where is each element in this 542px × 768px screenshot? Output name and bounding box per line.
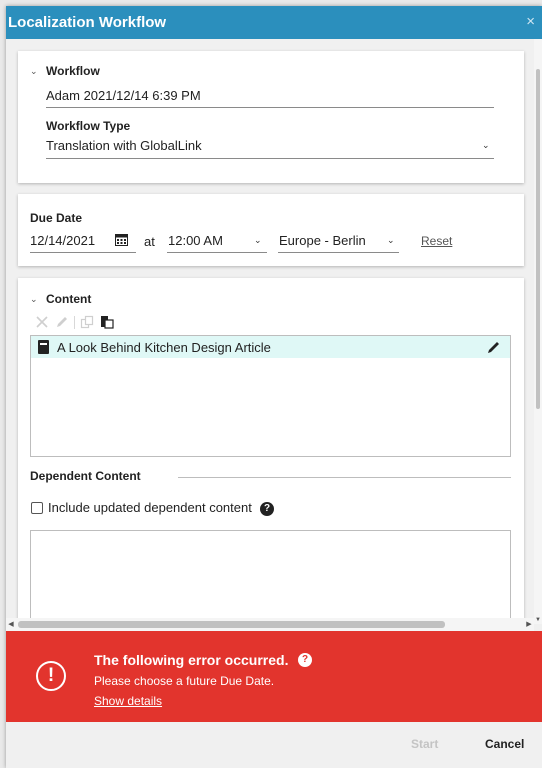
scroll-left-arrow-icon[interactable]: ◀ xyxy=(6,618,16,631)
at-label: at xyxy=(144,234,155,249)
dependent-content-list xyxy=(30,530,511,618)
toolbar-divider xyxy=(74,316,75,329)
close-icon[interactable]: × xyxy=(526,13,535,30)
workflow-type-label: Workflow Type xyxy=(46,119,131,133)
content-item-label: A Look Behind Kitchen Design Article xyxy=(57,340,271,355)
vertical-scroll-thumb[interactable] xyxy=(536,69,540,409)
error-message: Please choose a future Due Date. xyxy=(94,674,275,688)
content-list: A Look Behind Kitchen Design Article xyxy=(30,335,511,457)
workflow-type-select[interactable]: Translation with GlobalLink xyxy=(46,138,202,153)
reset-link[interactable]: Reset xyxy=(421,234,452,248)
due-date-panel: Due Date 12/14/2021 at 12:00 AM ⌄ Europe… xyxy=(18,194,524,266)
dialog-scroll-area: ⌄ Workflow Adam 2021/12/14 6:39 PM Workf… xyxy=(6,39,534,618)
content-section-title: Content xyxy=(46,292,92,306)
include-dependent-checkbox[interactable] xyxy=(31,502,43,514)
chevron-down-icon[interactable]: ⌄ xyxy=(387,235,395,246)
dialog-footer: Start Cancel xyxy=(6,722,542,768)
timezone-select[interactable]: Europe - Berlin xyxy=(279,233,366,248)
workflow-section-title: Workflow xyxy=(46,64,100,78)
show-details-link[interactable]: Show details xyxy=(94,694,162,708)
due-date-label: Due Date xyxy=(30,211,83,225)
timezone-underline xyxy=(278,252,399,253)
horizontal-scroll-thumb[interactable] xyxy=(18,621,445,628)
pencil-icon[interactable] xyxy=(487,340,501,354)
horizontal-scrollbar[interactable]: ◀ ▶ xyxy=(6,618,534,631)
vertical-scrollbar[interactable]: ▼ xyxy=(534,39,542,624)
cancel-button[interactable]: Cancel xyxy=(485,737,524,751)
due-time-underline xyxy=(167,252,267,253)
article-icon xyxy=(38,340,49,354)
due-date-input[interactable]: 12/14/2021 xyxy=(30,233,95,248)
chevron-down-icon[interactable]: ⌄ xyxy=(30,294,38,305)
remove-icon[interactable] xyxy=(35,315,49,329)
error-title: The following error occurred. xyxy=(94,652,289,668)
workflow-name-input[interactable]: Adam 2021/12/14 6:39 PM xyxy=(46,88,201,103)
workflow-type-underline xyxy=(46,158,494,159)
chevron-down-icon[interactable]: ⌄ xyxy=(254,235,262,246)
paste-icon[interactable] xyxy=(100,315,114,329)
include-dependent-label: Include updated dependent content xyxy=(48,500,252,515)
error-alert-icon: ! xyxy=(36,661,66,691)
due-time-select[interactable]: 12:00 AM xyxy=(168,233,223,248)
chevron-down-icon[interactable]: ⌄ xyxy=(30,66,38,77)
dialog-title-bar: Localization Workflow × xyxy=(6,6,542,39)
dependent-content-label: Dependent Content xyxy=(30,469,141,483)
start-button[interactable]: Start xyxy=(411,737,438,751)
edit-icon[interactable] xyxy=(55,315,69,329)
dialog-title: Localization Workflow xyxy=(8,14,167,31)
error-banner: ! The following error occurred. ? Please… xyxy=(6,631,542,722)
chevron-down-icon[interactable]: ⌄ xyxy=(482,140,490,151)
scroll-right-arrow-icon[interactable]: ▶ xyxy=(524,618,534,631)
content-panel: ⌄ Content A Look Behind Kitchen Design A… xyxy=(18,278,524,618)
error-help-icon[interactable]: ? xyxy=(298,653,312,667)
copy-icon[interactable] xyxy=(80,315,94,329)
workflow-panel: ⌄ Workflow Adam 2021/12/14 6:39 PM Workf… xyxy=(18,51,524,183)
localization-workflow-dialog: Localization Workflow × ⌄ Workflow Adam … xyxy=(6,6,542,768)
workflow-name-underline xyxy=(46,107,494,108)
scroll-down-arrow-icon[interactable]: ▼ xyxy=(534,616,542,624)
calendar-icon[interactable] xyxy=(115,234,128,246)
dependent-divider xyxy=(178,477,511,478)
help-icon[interactable]: ? xyxy=(260,502,274,516)
due-date-underline xyxy=(30,252,136,253)
list-item[interactable]: A Look Behind Kitchen Design Article xyxy=(31,336,510,358)
